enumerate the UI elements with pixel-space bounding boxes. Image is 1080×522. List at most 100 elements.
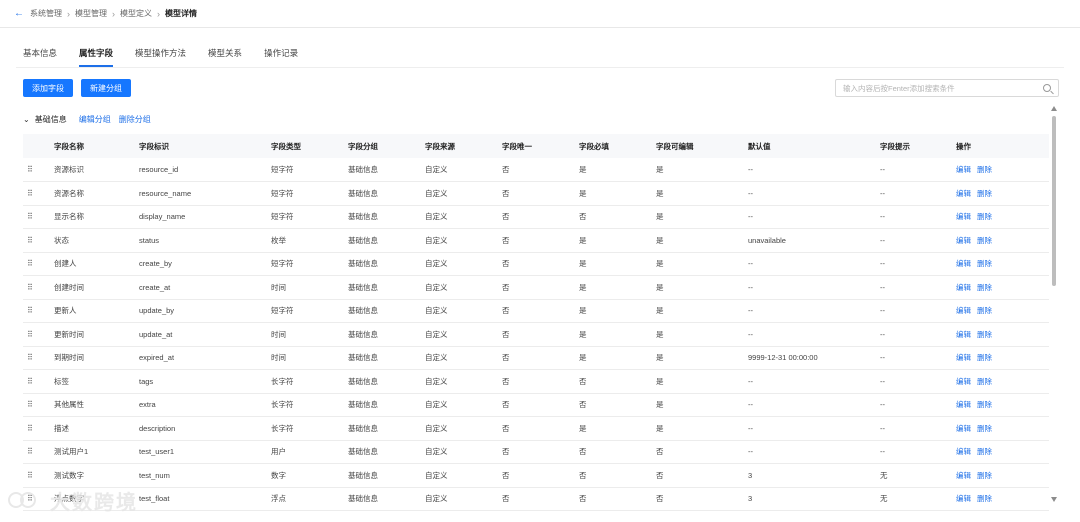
back-arrow-icon[interactable]: ← bbox=[14, 8, 24, 19]
breadcrumb-item-model-def[interactable]: 模型定义 bbox=[120, 8, 152, 19]
edit-field-link[interactable]: 编辑 bbox=[956, 283, 971, 292]
cell-actions: 编辑 删除 bbox=[956, 464, 1049, 488]
breadcrumb-item-model-mgmt[interactable]: 模型管理 bbox=[75, 8, 107, 19]
delete-field-link[interactable]: 删除 bbox=[977, 400, 992, 409]
tab-basic-info[interactable]: 基本信息 bbox=[23, 45, 57, 67]
drag-handle-icon[interactable]: ⠿ bbox=[23, 323, 54, 347]
edit-field-link[interactable]: 编辑 bbox=[956, 165, 971, 174]
cell-field-group: 基础信息 bbox=[348, 353, 378, 363]
cell-field-editable: 是 bbox=[656, 353, 664, 363]
drag-handle-icon[interactable]: ⠿ bbox=[23, 440, 54, 464]
delete-group-link[interactable]: 删除分组 bbox=[119, 114, 151, 125]
cell-field-source: 自定义 bbox=[425, 447, 448, 457]
edit-field-link[interactable]: 编辑 bbox=[956, 424, 971, 433]
delete-field-link[interactable]: 删除 bbox=[977, 306, 992, 315]
edit-field-link[interactable]: 编辑 bbox=[956, 306, 971, 315]
edit-field-link[interactable]: 编辑 bbox=[956, 330, 971, 339]
tab-attribute-fields[interactable]: 属性字段 bbox=[79, 45, 114, 67]
cell-field-source: 自定义 bbox=[425, 235, 448, 245]
drag-handle-icon[interactable]: ⠿ bbox=[23, 252, 54, 276]
drag-handle-icon[interactable]: ⠿ bbox=[23, 276, 54, 300]
breadcrumb-item-system[interactable]: 系统管理 bbox=[30, 8, 62, 19]
drag-handle-icon[interactable]: ⠿ bbox=[23, 464, 54, 488]
delete-field-link[interactable]: 删除 bbox=[977, 377, 992, 386]
drag-handle-icon[interactable]: ⠿ bbox=[23, 182, 54, 206]
cell-field-editable: 是 bbox=[656, 212, 664, 222]
cell-field-source: 自定义 bbox=[425, 165, 448, 174]
cell-field-editable: 是 bbox=[656, 165, 664, 174]
edit-group-link[interactable]: 编辑分组 bbox=[79, 114, 111, 125]
chevron-right-icon: › bbox=[112, 8, 115, 19]
delete-field-link[interactable]: 删除 bbox=[977, 447, 992, 456]
scroll-down-arrow-icon[interactable] bbox=[1051, 497, 1057, 502]
drag-handle-icon[interactable]: ⠿ bbox=[23, 346, 54, 370]
edit-field-link[interactable]: 编辑 bbox=[956, 189, 971, 198]
delete-field-link[interactable]: 删除 bbox=[977, 330, 992, 339]
delete-field-link[interactable]: 删除 bbox=[977, 212, 992, 221]
cell-actions: 编辑 删除 bbox=[956, 346, 1049, 370]
tab-operation-methods[interactable]: 模型操作方法 bbox=[135, 45, 186, 67]
col-field-type: 字段类型 bbox=[271, 141, 301, 151]
table-row: ⠿ 状态 status 枚举 基础信息 自定义 否 是 是 unavailable -- 编辑 删除 bbox=[23, 229, 1049, 253]
watermark-logo-icon bbox=[8, 490, 42, 512]
edit-field-link[interactable]: 编辑 bbox=[956, 494, 971, 503]
edit-field-link[interactable]: 编辑 bbox=[956, 471, 971, 480]
scroll-up-arrow-icon[interactable] bbox=[1051, 106, 1057, 111]
delete-field-link[interactable]: 删除 bbox=[977, 259, 992, 268]
cell-field-group: 基础信息 bbox=[348, 259, 378, 269]
new-group-button[interactable]: 新建分组 bbox=[81, 79, 131, 97]
cell-field-hint: -- bbox=[880, 188, 885, 198]
edit-field-link[interactable]: 编辑 bbox=[956, 353, 971, 362]
drag-handle-icon[interactable]: ⠿ bbox=[23, 370, 54, 394]
cell-field-editable: 是 bbox=[656, 188, 664, 198]
chevron-down-icon[interactable]: ⌄ bbox=[23, 115, 30, 124]
cell-field-name: 描述 bbox=[54, 423, 69, 433]
drag-handle-icon[interactable]: ⠿ bbox=[23, 393, 54, 417]
chevron-right-icon: › bbox=[157, 8, 160, 19]
edit-field-link[interactable]: 编辑 bbox=[956, 400, 971, 409]
delete-field-link[interactable]: 删除 bbox=[977, 189, 992, 198]
cell-default-value: -- bbox=[748, 259, 753, 269]
delete-field-link[interactable]: 删除 bbox=[977, 353, 992, 362]
drag-handle-icon[interactable]: ⠿ bbox=[23, 158, 54, 182]
search-icon[interactable] bbox=[1043, 84, 1051, 92]
cell-field-editable: 是 bbox=[656, 282, 664, 292]
cell-default-value: 3 bbox=[748, 470, 753, 480]
cell-actions: 编辑 删除 bbox=[956, 417, 1049, 441]
delete-field-link[interactable]: 删除 bbox=[977, 471, 992, 480]
tab-model-relations[interactable]: 模型关系 bbox=[208, 45, 242, 67]
tab-operation-log[interactable]: 操作记录 bbox=[264, 45, 298, 67]
delete-field-link[interactable]: 删除 bbox=[977, 165, 992, 174]
cell-field-required: 是 bbox=[579, 306, 587, 316]
cell-field-required: 否 bbox=[579, 494, 587, 504]
drag-handle-icon[interactable]: ⠿ bbox=[23, 299, 54, 323]
add-field-button[interactable]: 添加字段 bbox=[23, 79, 73, 97]
drag-handle-icon[interactable]: ⠿ bbox=[23, 417, 54, 441]
search-input[interactable] bbox=[843, 83, 1038, 93]
edit-field-link[interactable]: 编辑 bbox=[956, 259, 971, 268]
delete-field-link[interactable]: 删除 bbox=[977, 236, 992, 245]
delete-field-link[interactable]: 删除 bbox=[977, 424, 992, 433]
edit-field-link[interactable]: 编辑 bbox=[956, 212, 971, 221]
cell-actions: 编辑 删除 bbox=[956, 182, 1049, 206]
edit-field-link[interactable]: 编辑 bbox=[956, 377, 971, 386]
drag-handle-icon[interactable]: ⠿ bbox=[23, 205, 54, 229]
cell-field-hint: -- bbox=[880, 400, 885, 410]
edit-field-link[interactable]: 编辑 bbox=[956, 447, 971, 456]
delete-field-link[interactable]: 删除 bbox=[977, 494, 992, 503]
cell-default-value: -- bbox=[748, 212, 753, 222]
cell-field-type: 时间 bbox=[271, 282, 286, 292]
table-row: ⠿ 资源名称 resource_name 短字符 基础信息 自定义 否 是 是 -- -- 编辑 删除 bbox=[23, 182, 1049, 206]
table-body: ⠿ 资源标识 resource_id 短字符 基础信息 自定义否是是 -- -- 编辑 删除 ⠿ 资源… bbox=[23, 158, 1049, 511]
cell-field-group: 基础信息 bbox=[348, 235, 378, 245]
drag-handle-icon[interactable]: ⠿ bbox=[23, 229, 54, 253]
cell-field-source: 自定义 bbox=[425, 494, 448, 504]
delete-field-link[interactable]: 删除 bbox=[977, 283, 992, 292]
table-row: ⠿ 更新时间 update_at 时间 基础信息 自定义 否 是 是 -- -- 编辑 删除 bbox=[23, 323, 1049, 347]
table-row: ⠿ 创建时间 create_at 时间 基础信息 自定义 否 是 是 -- -- 编辑 删除 bbox=[23, 276, 1049, 300]
cell-field-type: 时间 bbox=[271, 353, 286, 363]
cell-field-unique: 否 bbox=[502, 329, 510, 339]
edit-field-link[interactable]: 编辑 bbox=[956, 236, 971, 245]
scrollbar-thumb[interactable] bbox=[1052, 116, 1056, 286]
cell-field-type: 浮点 bbox=[271, 494, 286, 504]
